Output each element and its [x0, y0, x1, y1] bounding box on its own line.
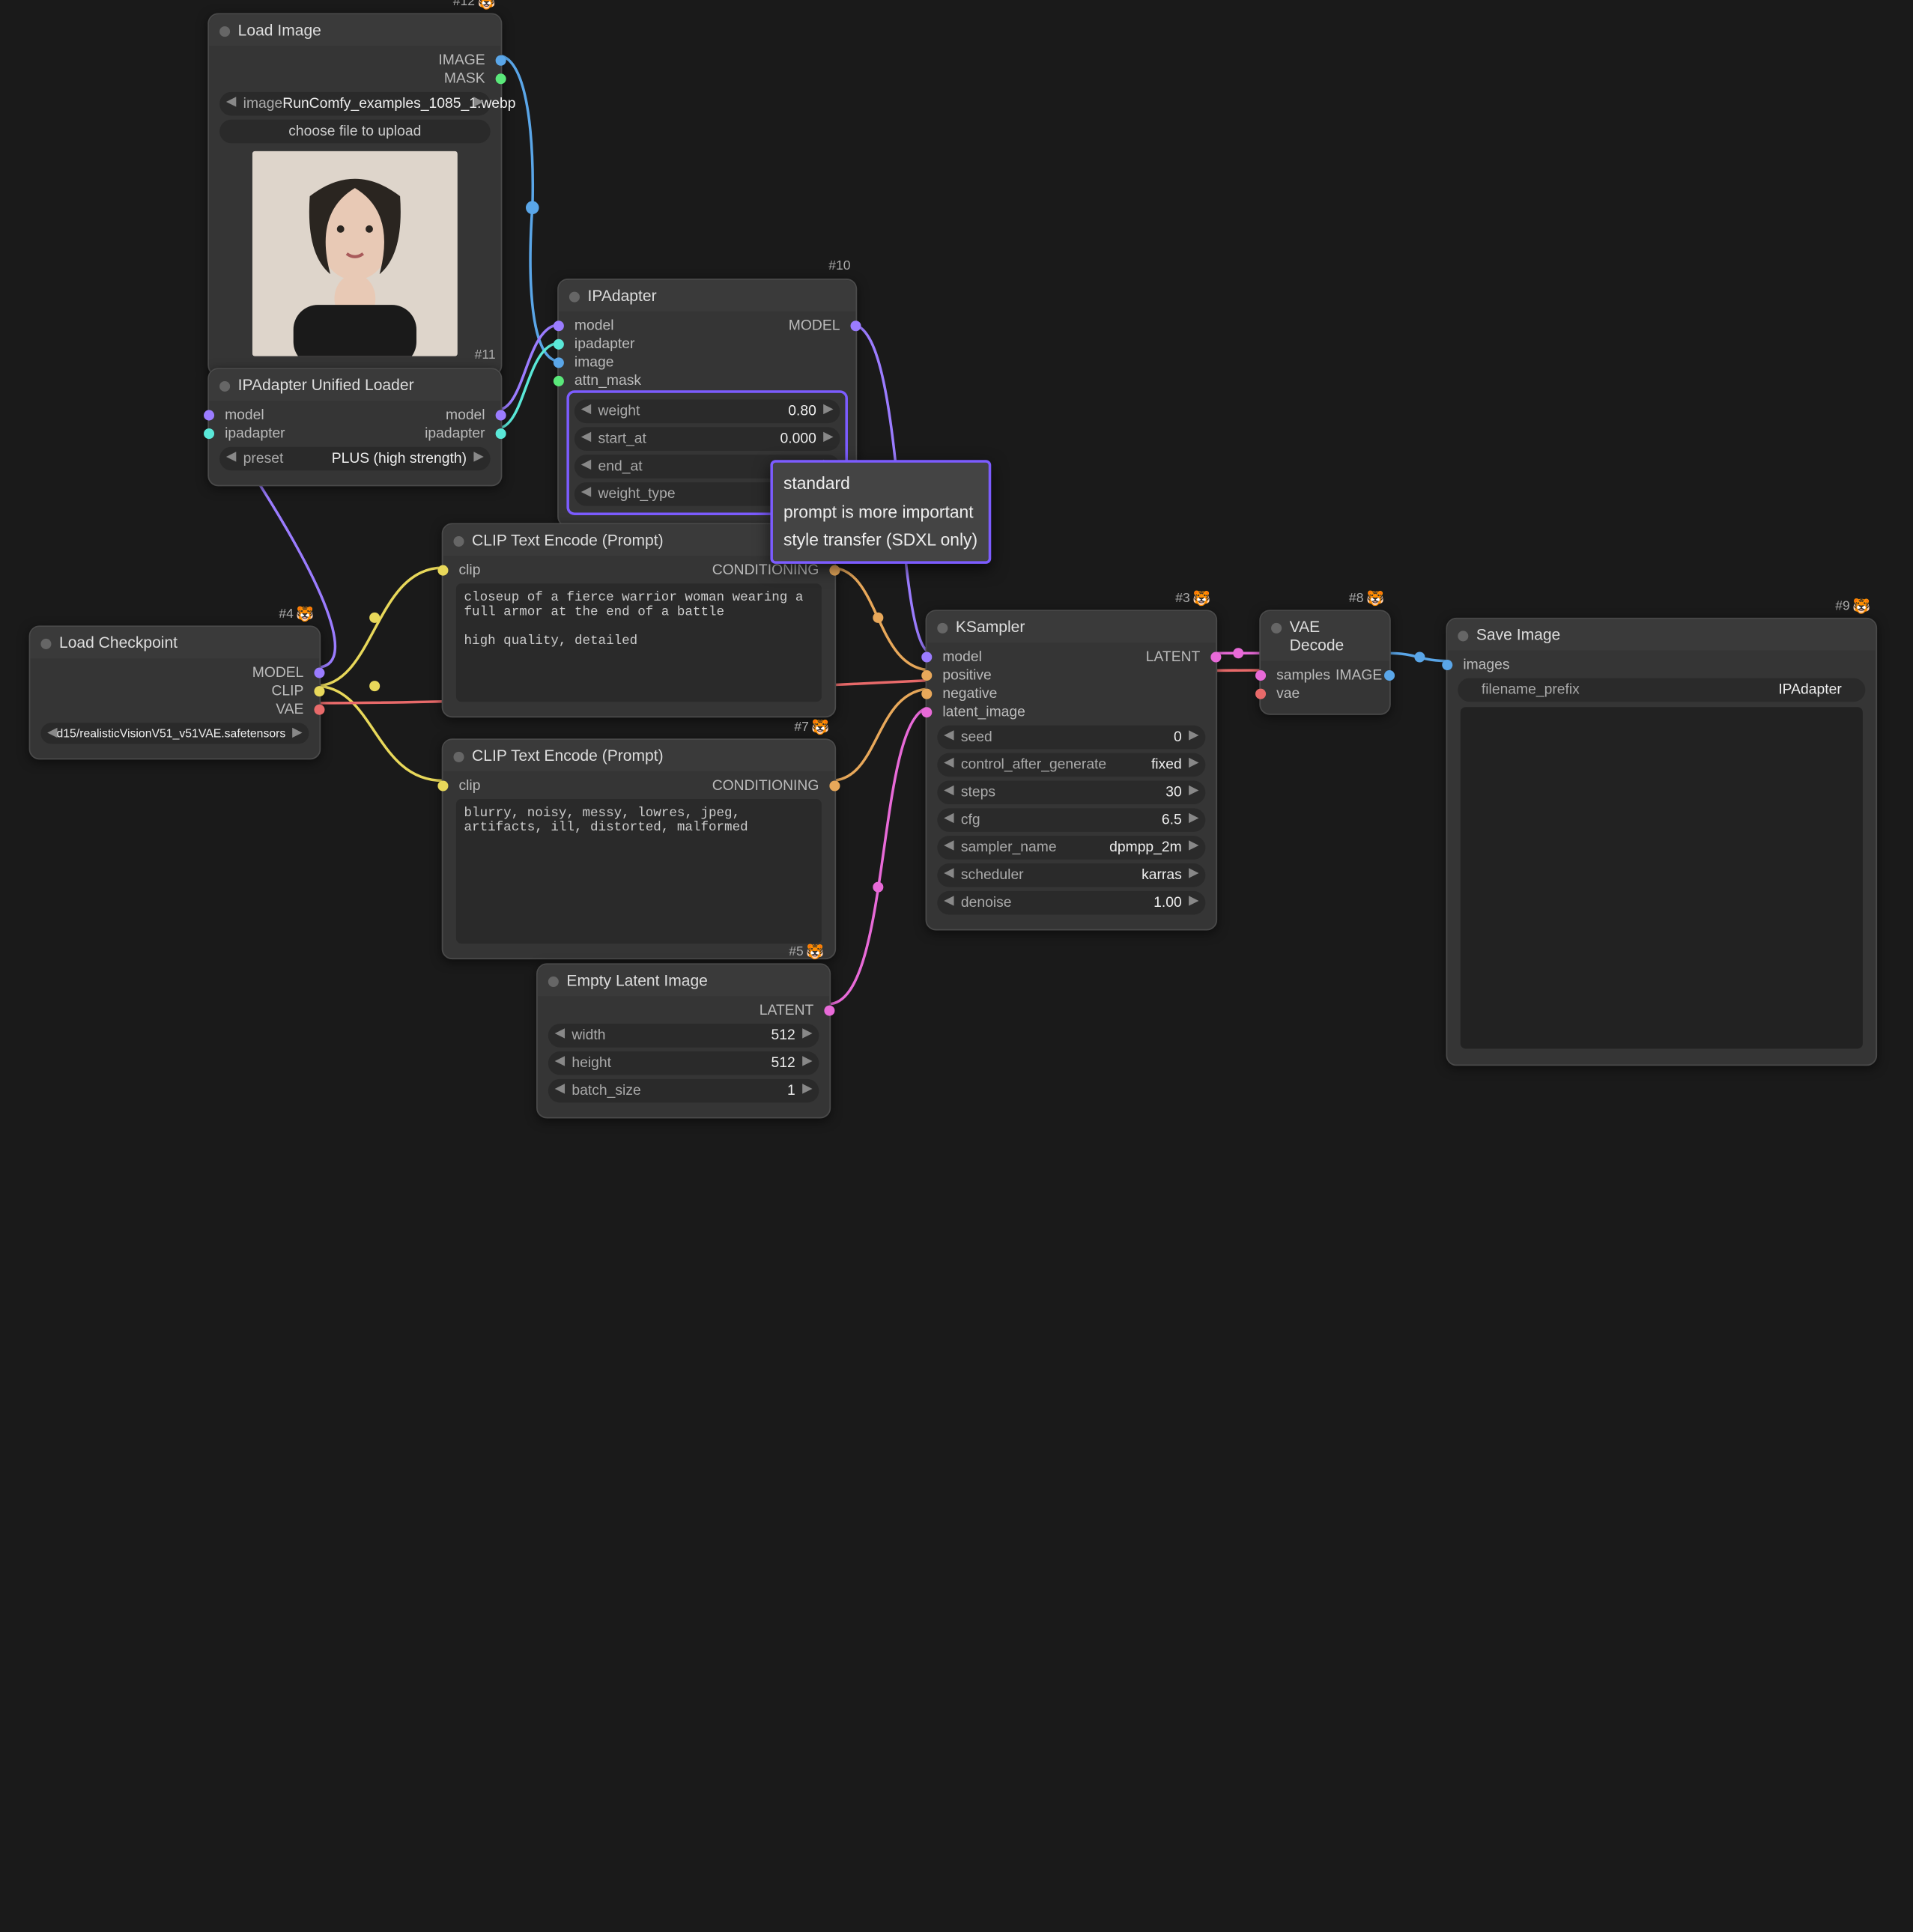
cat-icon: 🐯 — [1192, 590, 1210, 607]
node-vae-decode[interactable]: #8🐯 VAE Decode samplesIMAGE vae — [1259, 610, 1391, 714]
widget-scheduler[interactable]: ◀schedulerkarras▶ — [937, 863, 1205, 887]
widget-seed[interactable]: ◀seed0▶ — [937, 726, 1205, 750]
widget-ckpt[interactable]: ◀d15/realisticVisionV51_v51VAE.safetenso… — [40, 723, 309, 744]
widget-width[interactable]: ◀width512▶ — [548, 1024, 819, 1048]
widget-control-after[interactable]: ◀control_after_generatefixed▶ — [937, 753, 1205, 777]
cat-icon: 🐯 — [478, 0, 496, 10]
widget-sampler[interactable]: ◀sampler_namedpmpp_2m▶ — [937, 836, 1205, 860]
tooltip-option[interactable]: prompt is more important — [783, 497, 977, 526]
node-title[interactable]: IPAdapter Unified Loader — [209, 369, 501, 401]
widget-preset[interactable]: ◀presetPLUS (high strength)▶ — [219, 447, 491, 471]
node-save-image[interactable]: #9🐯 Save Image images filename_prefixIPA… — [1446, 618, 1878, 1066]
node-load-image[interactable]: #12🐯 Load Image IMAGE MASK ◀imageRunComf… — [207, 13, 502, 376]
out-image: IMAGE — [436, 52, 488, 68]
widget-cfg[interactable]: ◀cfg6.5▶ — [937, 808, 1205, 832]
cat-icon: 🐯 — [806, 944, 824, 961]
prompt-text[interactable]: blurry, noisy, messy, lowres, jpeg, arti… — [456, 799, 822, 944]
weight-type-tooltip[interactable]: standard prompt is more important style … — [770, 460, 990, 563]
widget-denoise[interactable]: ◀denoise1.00▶ — [937, 891, 1205, 915]
widget-start-at[interactable]: ◀start_at0.000▶ — [574, 427, 840, 451]
cat-icon: 🐯 — [1366, 590, 1384, 607]
output-preview — [1461, 707, 1863, 1048]
node-load-checkpoint[interactable]: #4🐯 Load Checkpoint MODEL CLIP VAE ◀d15/… — [29, 625, 321, 759]
node-title[interactable]: KSampler — [927, 611, 1216, 643]
node-empty-latent[interactable]: #5🐯 Empty Latent Image LATENT ◀width512▶… — [536, 963, 831, 1118]
image-preview — [252, 151, 458, 356]
tooltip-option[interactable]: standard — [783, 470, 977, 498]
prompt-text[interactable]: closeup of a fierce warrior woman wearin… — [456, 583, 822, 702]
out-mask: MASK — [441, 71, 488, 87]
cat-icon: 🐯 — [1852, 598, 1870, 616]
upload-button[interactable]: choose file to upload — [219, 120, 491, 144]
node-clip-negative[interactable]: #7🐯 CLIP Text Encode (Prompt) clipCONDIT… — [442, 738, 837, 959]
widget-height[interactable]: ◀height512▶ — [548, 1051, 819, 1075]
node-ksampler[interactable]: #3🐯 KSampler modelLATENT positive negati… — [926, 610, 1218, 930]
widget-weight[interactable]: ◀weight0.80▶ — [574, 400, 840, 424]
tooltip-option[interactable]: style transfer (SDXL only) — [783, 526, 977, 554]
node-title[interactable]: CLIP Text Encode (Prompt) — [443, 740, 834, 771]
widget-batch[interactable]: ◀batch_size1▶ — [548, 1079, 819, 1103]
widget-steps[interactable]: ◀steps30▶ — [937, 780, 1205, 804]
cat-icon: 🐯 — [811, 719, 829, 736]
widget-image-file[interactable]: ◀imageRunComfy_examples_1085_1.webp▶ — [219, 92, 491, 116]
node-title[interactable]: Empty Latent Image — [538, 965, 830, 996]
widget-filename-prefix[interactable]: filename_prefixIPAdapter — [1458, 678, 1865, 702]
node-title[interactable]: Load Checkpoint — [30, 627, 319, 658]
node-title[interactable]: Load Image — [209, 14, 501, 46]
node-title[interactable]: Save Image — [1447, 619, 1876, 651]
node-title[interactable]: IPAdapter — [559, 280, 856, 312]
node-ipadapter-loader[interactable]: #11 IPAdapter Unified Loader modelmodel … — [207, 368, 502, 486]
cat-icon: 🐯 — [296, 606, 314, 623]
node-title[interactable]: VAE Decode — [1261, 611, 1389, 661]
